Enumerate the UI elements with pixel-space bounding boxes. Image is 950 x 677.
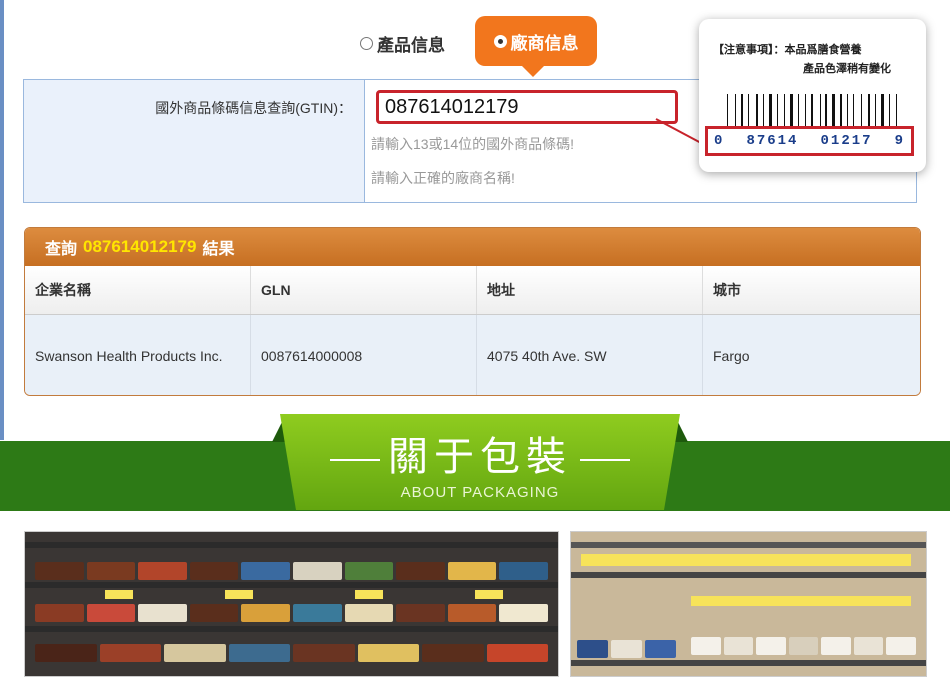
product-row [35,562,548,580]
store-shelves-photo-left [24,531,559,677]
product-row [691,637,917,655]
table-header-row: 企業名稱 GLN 地址 城市 [25,266,920,315]
shelf [571,660,926,666]
manufacturer-name-hint: 請輸入正確的廠商名稱! [371,170,515,186]
results-title-suffix: 結果 [202,241,235,258]
cell-company-name: Swanson Health Products Inc. [25,314,251,395]
column-header-city: 城市 [702,266,920,315]
column-header-company: 企業名稱 [25,266,251,315]
shelf [25,626,558,632]
search-label-cell: 國外商品條碼信息查詢(GTIN)： [24,80,365,202]
notice-popup: 【注意事項】：本品爲膳食營養 產品色澤稍有變化 0 87614 01217 9 [699,19,926,172]
table-row: Swanson Health Products Inc. 00876140000… [25,314,920,395]
product-row [35,644,548,662]
results-panel: 查詢 087614012179 結果 企業名稱 GLN 地址 城市 Swanso… [24,227,921,396]
tab-pointer-arrow-icon [522,66,544,77]
notice-line-1: 【注意事項】：本品爲膳食營養 [713,44,862,56]
results-table: 企業名稱 GLN 地址 城市 Swanson Health Products I… [25,266,920,395]
cell-address: 4075 40th Ave. SW [476,314,703,395]
tab-manufacturer-label: 廠商信息 [510,33,579,53]
packaging-title-text: 關于包裝 [388,434,572,480]
shelf [571,572,926,578]
packaging-section-title: 關于包裝 [280,424,680,482]
title-dash-right [580,459,630,461]
page-left-border [0,0,4,440]
shelf [25,582,558,588]
results-title-code: 087614012179 [83,237,197,256]
shelf [25,542,558,548]
packaging-section-subtitle: ABOUT PACKAGING [400,484,560,501]
gtin-digits-hint: 請輸入13或14位的國外商品條碼! [371,136,575,152]
radio-selected-icon[interactable] [493,34,507,48]
notice-line-2: 產品色澤稍有變化 [803,63,891,75]
tab-manufacturer-info[interactable]: 廠商信息 [475,16,597,66]
gtin-search-label: 國外商品條碼信息查詢(GTIN)： [155,100,352,116]
results-header: 查詢 087614012179 結果 [25,228,920,266]
cell-gln: 0087614000008 [250,314,477,395]
product-row [35,604,548,622]
column-header-address: 地址 [476,266,703,315]
column-header-gln: GLN [250,266,477,315]
barcode-digits-highlight: 0 87614 01217 9 [705,126,914,156]
barcode-digit-group: 9 [894,133,905,149]
tab-product-info[interactable]: 產品信息 [360,31,445,56]
store-shelves-photo-right [570,531,927,677]
notice-text: 【注意事項】：本品爲膳食營養 產品色澤稍有變化 [713,41,923,79]
cell-city: Fargo [702,314,920,395]
product-row [577,640,676,658]
title-dash-left [330,459,380,461]
barcode-digit-group: 01217 [820,133,873,149]
gtin-search-input[interactable] [376,90,678,124]
barcode-digit-group: 87614 [746,133,799,149]
radio-unselected-icon[interactable] [360,37,373,50]
tab-product-label: 產品信息 [377,36,445,55]
barcode-digit-group: 0 [714,133,725,149]
shelf [571,542,926,548]
results-title-prefix: 查詢 [45,241,78,258]
